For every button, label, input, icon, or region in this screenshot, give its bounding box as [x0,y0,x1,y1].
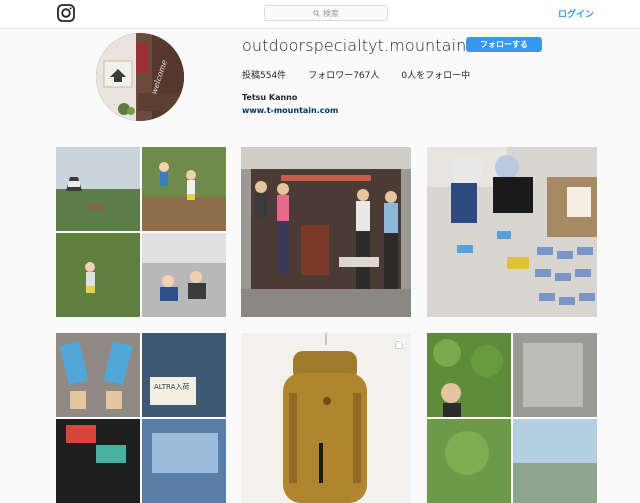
note-text: ALTRA入荷 [154,382,189,391]
followers-count[interactable]: フォロワー767人 [308,68,379,81]
avatar: welcome [96,33,184,121]
post-thumbnail-3[interactable] [427,147,597,317]
login-link[interactable]: ログイン [558,7,594,20]
post-thumbnail-4[interactable]: ALTRA入荷 [56,333,226,503]
follow-button[interactable]: フォローする [466,37,542,52]
multiple-posts-icon [395,339,405,349]
profile-full-name: Tetsu Kanno [242,93,298,102]
post-thumbnail-5[interactable] [241,333,411,503]
search-input[interactable]: 検索 [264,5,388,21]
profile-stats: 投稿554件 フォロワー767人 0人をフォロー中 [242,68,492,81]
post-thumbnail-1[interactable] [56,147,226,317]
search-placeholder: 検索 [323,8,339,18]
profile-website-link[interactable]: www.t-mountain.com [242,106,338,115]
top-nav-bar: 検索 ログイン [0,0,640,29]
post-thumbnail-2[interactable] [241,147,411,317]
following-count[interactable]: 0人をフォロー中 [401,68,470,81]
post-thumbnail-6[interactable] [427,333,597,503]
search-icon [313,9,320,17]
instagram-icon[interactable] [57,4,75,22]
posts-count: 投稿554件 [242,71,287,81]
handwritten-note [150,377,196,405]
profile-username: outdoorspecialtyt.mountain [242,36,467,55]
